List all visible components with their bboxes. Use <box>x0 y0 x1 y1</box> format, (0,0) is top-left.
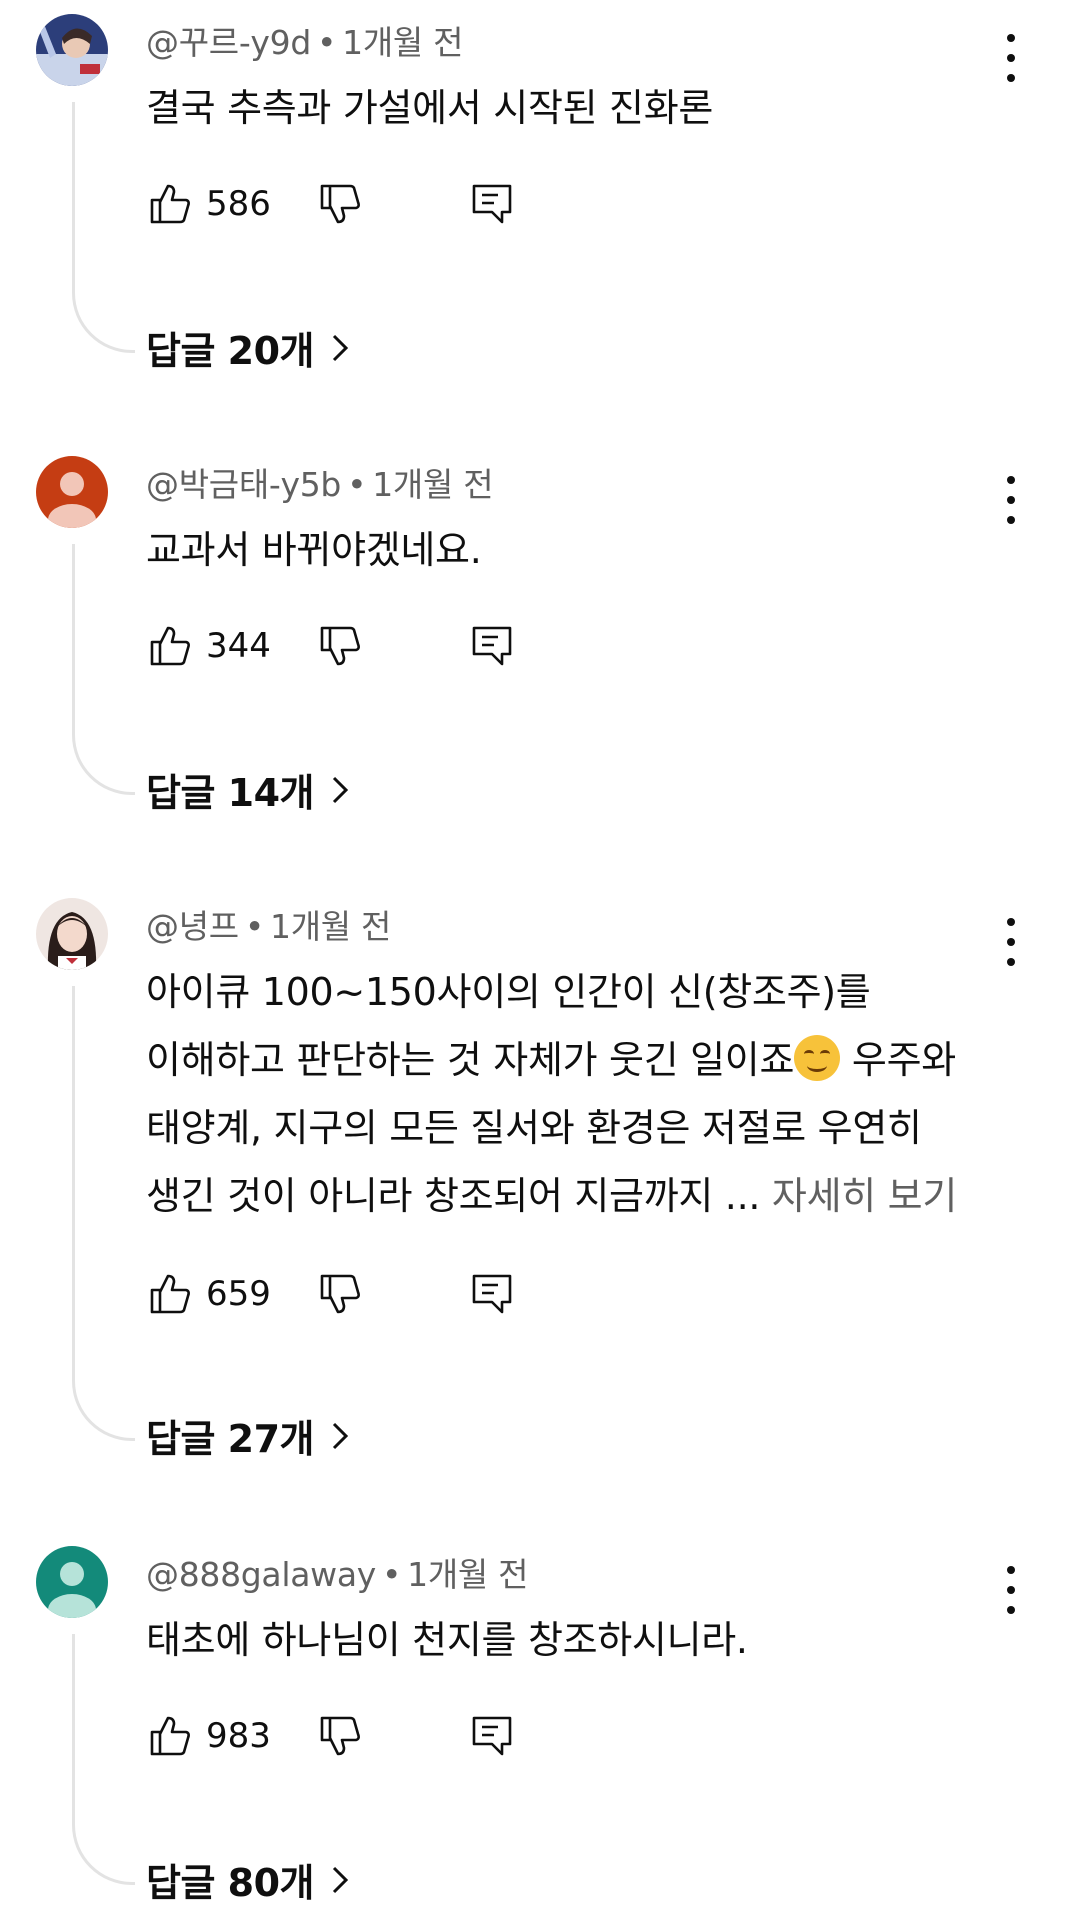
thumbs-up-icon[interactable] <box>146 622 194 670</box>
replies-count-label: 답글 27개 <box>146 1417 315 1461</box>
avatar[interactable] <box>36 456 108 528</box>
separator-dot: • <box>244 907 264 946</box>
comment-text-line: 아이큐 100~150사이의 인간이 신(창조주)를 <box>146 970 871 1014</box>
like-count: 344 <box>206 626 271 666</box>
replies-count-label: 답글 20개 <box>146 329 315 373</box>
comment-text-line: 태초에 하나님이 천지를 창조하시니라. <box>146 1618 748 1662</box>
comment-time: 1개월 전 <box>342 23 464 62</box>
comment-meta: @꾸르-y9d • 1개월 전 <box>146 16 464 64</box>
thumbs-down-icon[interactable] <box>316 622 364 670</box>
chevron-right-icon <box>326 772 354 808</box>
reply-icon[interactable] <box>468 180 516 228</box>
separator-dot: • <box>317 23 337 62</box>
comment-actions: 586 <box>146 180 546 230</box>
view-replies-button[interactable]: 답글 14개 <box>146 762 354 817</box>
thumbs-down-icon[interactable] <box>316 180 364 228</box>
profile-photo-icon <box>36 898 108 970</box>
chevron-right-icon <box>326 1418 354 1454</box>
thread-line <box>72 986 135 1441</box>
thumbs-down-icon[interactable] <box>316 1712 364 1760</box>
comment-text-line: 생긴 것이 아니라 창조되어 지금까지 ... 자세히 보기 <box>146 1174 958 1218</box>
profile-photo-icon <box>36 14 108 86</box>
avatar[interactable] <box>36 898 108 970</box>
author-handle[interactable]: @888galaway <box>146 1555 376 1594</box>
author-handle[interactable]: @녕프 <box>146 907 239 946</box>
comment-time: 1개월 전 <box>372 465 494 504</box>
comment-text: 결국 추측과 가설에서 시작된 진화론 <box>146 74 1006 142</box>
thumbs-down-icon[interactable] <box>316 1270 364 1318</box>
reply-icon[interactable] <box>468 622 516 670</box>
comment-text-line: 결국 추측과 가설에서 시작된 진화론 <box>146 86 714 130</box>
view-replies-button[interactable]: 답글 20개 <box>146 320 354 375</box>
avatar[interactable] <box>36 14 108 86</box>
thread-line <box>72 544 135 795</box>
comment-text-line: 교과서 바뀌야겠네요. <box>146 528 482 572</box>
like-count: 586 <box>206 184 271 224</box>
replies-count-label: 답글 80개 <box>146 1861 315 1905</box>
comment-text: 교과서 바뀌야겠네요. <box>146 516 1006 584</box>
read-more-link[interactable]: 자세히 보기 <box>772 1174 957 1218</box>
comment-actions: 983 <box>146 1712 546 1762</box>
thumbs-up-icon[interactable] <box>146 1712 194 1760</box>
comment-actions: 344 <box>146 622 546 672</box>
default-avatar-icon <box>36 1546 108 1618</box>
reply-icon[interactable] <box>468 1712 516 1760</box>
comment-meta: @박금태-y5b • 1개월 전 <box>146 458 494 506</box>
comment-time: 1개월 전 <box>407 1555 529 1594</box>
thread-line <box>72 102 135 353</box>
thread-line <box>72 1634 135 1885</box>
chevron-right-icon <box>326 1862 354 1898</box>
comment-text-line: 이해하고 판단하는 것 자체가 웃긴 일이죠 우주와 <box>146 1026 1006 1094</box>
avatar[interactable] <box>36 1546 108 1618</box>
default-avatar-icon <box>36 456 108 528</box>
comment-text: 아이큐 100~150사이의 인간이 신(창조주)를 이해하고 판단하는 것 자… <box>146 958 1006 1230</box>
separator-dot: • <box>347 465 367 504</box>
smiling-face-emoji <box>794 1035 841 1081</box>
like-count: 983 <box>206 1716 271 1756</box>
separator-dot: • <box>382 1555 402 1594</box>
comment-actions: 659 <box>146 1270 546 1320</box>
replies-count-label: 답글 14개 <box>146 771 315 815</box>
comment-meta: @888galaway • 1개월 전 <box>146 1548 529 1596</box>
comment-text-line: 태양계, 지구의 모든 질서와 환경은 저절로 우연히 <box>146 1106 922 1150</box>
chevron-right-icon <box>326 330 354 366</box>
comment-meta: @녕프 • 1개월 전 <box>146 900 391 948</box>
comment-text: 태초에 하나님이 천지를 창조하시니라. <box>146 1606 1006 1674</box>
like-count: 659 <box>206 1274 271 1314</box>
thumbs-up-icon[interactable] <box>146 180 194 228</box>
reply-icon[interactable] <box>468 1270 516 1318</box>
author-handle[interactable]: @꾸르-y9d <box>146 23 311 62</box>
comment-time: 1개월 전 <box>270 907 392 946</box>
author-handle[interactable]: @박금태-y5b <box>146 465 341 504</box>
view-replies-button[interactable]: 답글 80개 <box>146 1852 354 1907</box>
thumbs-up-icon[interactable] <box>146 1270 194 1318</box>
view-replies-button[interactable]: 답글 27개 <box>146 1408 354 1463</box>
